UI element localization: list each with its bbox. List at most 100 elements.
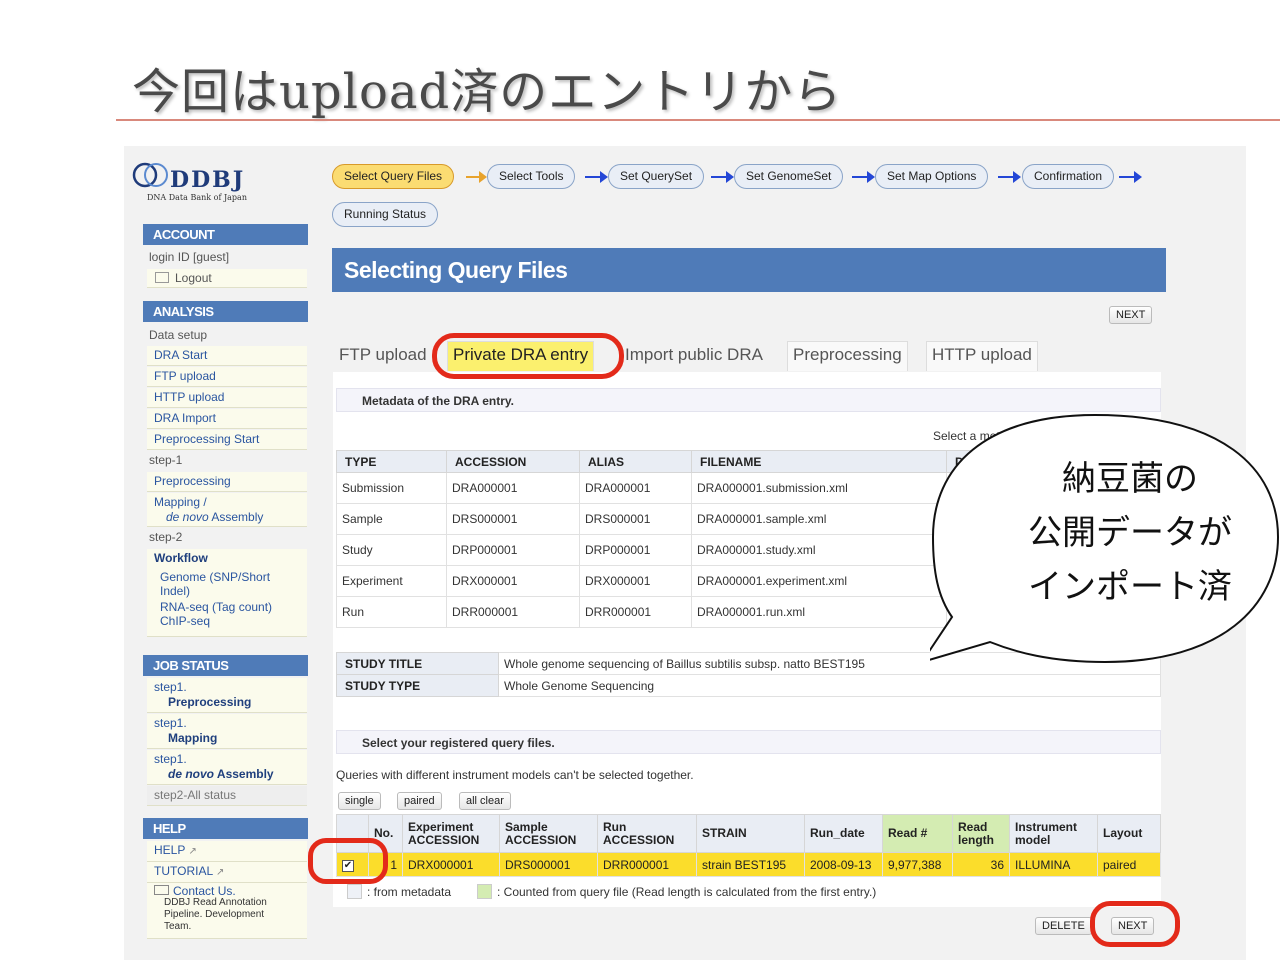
col-read-count: Read # [882,814,953,853]
sidebar-item-help[interactable]: HELP ↗ [147,841,307,862]
query-header: Select your registered query files. [336,730,1161,754]
tab-import-public-dra[interactable]: Import public DRA [619,341,769,371]
study-type-label: STUDY TYPE [336,674,499,697]
cell-experiment: DRX000001 [402,852,500,877]
page-title: Selecting Query Files [332,248,1166,292]
cell-strain: strain BEST195 [696,852,805,877]
col-experiment: Experiment ACCESSION [402,814,500,853]
wizard-step-set-map-options[interactable]: Set Map Options [875,164,989,189]
next-button-top[interactable]: NEXT [1109,306,1153,324]
cell-run: DRR000001 [597,852,697,877]
job3-name: Assembly [216,767,274,781]
wizard-step-select-tools[interactable]: Select Tools [487,164,576,189]
cell-read-count: 9,977,388 [882,852,953,877]
sidebar-item-chipseq[interactable]: ChIP-seq [154,614,307,628]
cell-instrument: ILLUMINA [1009,852,1098,877]
assembly-label: Assembly [211,510,264,524]
slide-title: 今回はupload済のエントリから [132,64,843,120]
cell-type: Study [336,534,447,566]
col-alias: ALIAS [579,450,692,473]
cell-filename: DRA000001.study.xml [691,534,947,566]
tab-ftp-upload[interactable]: FTP upload [333,341,433,371]
study-title-label: STUDY TITLE [336,652,499,675]
legend-counted-swatch [477,884,492,899]
job-all-status[interactable]: step2-All status [147,786,307,806]
sidebar-item-dra-start[interactable]: DRA Start [147,346,307,366]
wizard-step-set-genomeset[interactable]: Set GenomeSet [734,164,844,189]
cell-type: Run [336,596,447,628]
cell-type: Sample [336,503,447,535]
external-link-icon: ↗ [216,867,225,878]
arrow-icon [998,171,1021,183]
single-button[interactable]: single [338,792,381,810]
arrow-icon [711,171,734,183]
cell-filename: DRA000001.sample.xml [691,503,947,535]
sidebar-step2: step-2 [149,530,183,544]
de-novo-label: de novo [166,510,209,524]
job-mapping[interactable]: step1. Mapping [147,714,307,749]
logout-label: Logout [175,271,212,285]
wizard-step-select-query-files[interactable]: Select Query Files [332,164,455,189]
cell-accession: DRR000001 [446,596,580,628]
sidebar-item-ftp-upload[interactable]: FTP upload [147,367,307,387]
job-assembly[interactable]: step1. de novo Assembly [147,750,307,785]
sidebar-item-preprocessing-start[interactable]: Preprocessing Start [147,430,307,450]
cell-filename: DRA000001.run.xml [691,596,947,628]
sidebar-analysis-header: ANALYSIS [143,301,308,322]
paired-button[interactable]: paired [397,792,442,810]
table-row[interactable]: ✔ 1 DRX000001 DRS000001 DRR000001 strain… [336,852,1161,877]
cell-alias: DRS000001 [579,503,692,535]
sidebar-contact-block: Contact Us. DDBJ Read Annotation Pipelin… [147,883,307,939]
logout-link[interactable]: Logout [147,269,307,288]
arrow-icon [1119,171,1142,183]
sidebar-workflow-block: Workflow Genome (SNP/Short Indel) RNA-se… [147,549,307,637]
sidebar-item-mapping[interactable]: Mapping / de novo Assembly [147,493,307,527]
job-preprocessing[interactable]: step1. Preprocessing [147,678,307,713]
sidebar-item-tutorial[interactable]: TUTORIAL ↗ [147,862,307,883]
tab-preprocessing[interactable]: Preprocessing [787,341,908,371]
col-type: TYPE [336,450,447,473]
sidebar-item-rnaseq[interactable]: RNA-seq (Tag count) [154,600,307,614]
wizard-step-set-queryset[interactable]: Set QuerySet [608,164,705,189]
sidebar-item-preprocessing[interactable]: Preprocessing [147,472,307,492]
cell-alias: DRX000001 [579,565,692,597]
external-link-icon: ↗ [188,846,197,857]
running-status-button[interactable]: Running Status [332,202,439,227]
sidebar-item-genome[interactable]: Genome (SNP/Short Indel) [154,570,294,598]
cell-accession: DRS000001 [446,503,580,535]
cell-filename: DRA000001.submission.xml [691,472,947,504]
delete-button[interactable]: DELETE [1035,917,1092,935]
callout-line-1: 納豆菌の [1062,460,1198,498]
sidebar-item-dra-import[interactable]: DRA Import [147,409,307,429]
tutorial-label: TUTORIAL [154,864,213,878]
cell-alias: DRR000001 [579,596,692,628]
login-id: login ID [guest] [149,250,230,264]
arrow-icon [852,171,875,183]
job1-name: Preprocessing [168,695,252,709]
mapping-label: Mapping / [154,495,207,509]
tab-http-upload[interactable]: HTTP upload [926,341,1038,371]
cell-type: Experiment [336,565,447,597]
highlight-ring-checkbox [308,838,388,884]
workflow-label: Workflow [154,551,208,565]
sidebar-data-setup: Data setup [149,328,208,342]
arrow-icon [466,171,487,183]
sidebar-help-header: HELP [143,818,308,839]
contact-link[interactable]: Contact Us. [154,885,307,897]
metadata-header: Metadata of the DRA entry. [336,388,1161,412]
query-note: Queries with different instrument models… [336,768,694,782]
wizard-step-confirmation[interactable]: Confirmation [1022,164,1115,189]
sidebar-item-http-upload[interactable]: HTTP upload [147,388,307,408]
col-sample: Sample ACCESSION [499,814,598,853]
logo-subtitle: DNA Data Bank of Japan [147,193,247,202]
arrow-icon [585,171,608,183]
cell-type: Submission [336,472,447,504]
study-type-value: Whole Genome Sequencing [498,674,1161,697]
job3-name-italic: de novo [168,767,215,781]
highlight-ring-next [1090,901,1180,947]
help-label: HELP [154,843,186,857]
col-filename: FILENAME [691,450,947,473]
col-read-length: Read length [952,814,1010,853]
all-clear-button[interactable]: all clear [459,792,511,810]
contact-label: Contact Us. [173,884,236,898]
